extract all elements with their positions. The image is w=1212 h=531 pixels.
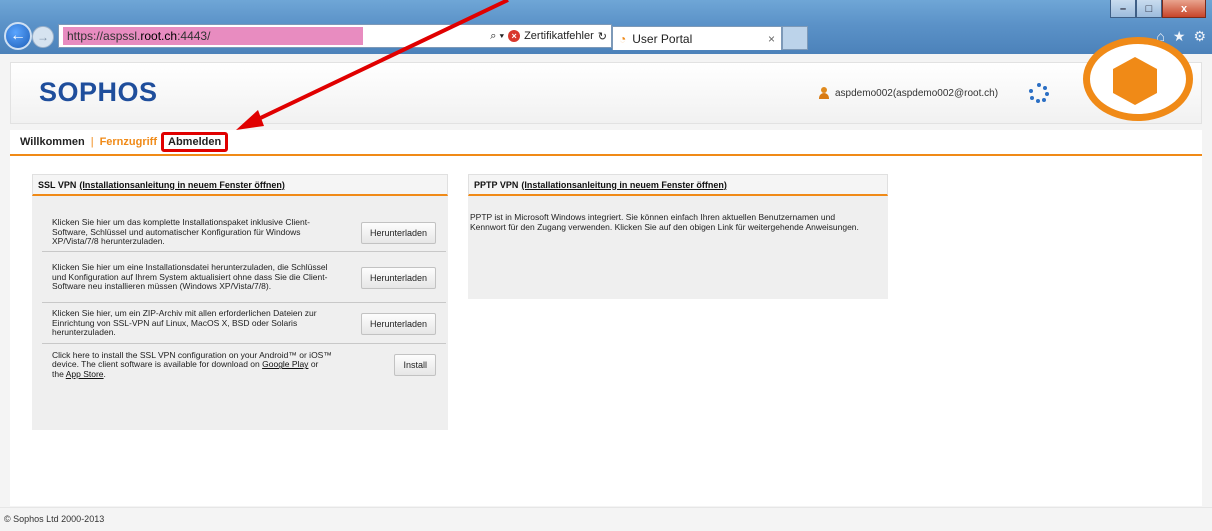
main-navigation: Willkommen | Fernzugriff Abmelden xyxy=(10,130,1202,156)
browser-tab[interactable]: ◔ User Portal × xyxy=(612,26,782,50)
footer: © Sophos Ltd 2000-2013 xyxy=(0,507,1212,531)
user-name: aspdemo002(aspdemo002@root.ch) xyxy=(835,87,999,99)
sophos-logo: SOPHOS xyxy=(39,77,158,107)
content-area: SSL VPN (Installationsanleitung in neuem… xyxy=(10,156,1202,506)
nav-separator: | xyxy=(90,136,94,148)
ssl-row-text: Klicken Sie hier um eine Installationsda… xyxy=(52,262,328,292)
ssl-row-text: Klicken Sie hier, um ein ZIP-Archiv mit … xyxy=(52,308,317,338)
forward-arrow-icon: → xyxy=(37,30,49,44)
download-full-package-button[interactable]: Herunterladen xyxy=(360,221,436,244)
close-window-button[interactable]: x xyxy=(1162,0,1206,18)
download-config-update-button[interactable]: Herunterladen xyxy=(360,266,436,289)
ssl-vpn-title: SSL VPN xyxy=(38,179,77,190)
pptp-vpn-title: PPTP VPN xyxy=(474,179,519,190)
search-icon[interactable]: ⌕ ▾ xyxy=(490,30,504,43)
google-play-link[interactable]: Google Play xyxy=(262,359,308,370)
pptp-vpn-install-guide-link[interactable]: (Installationsanleitung in neuem Fenster… xyxy=(521,180,727,190)
ssl-row-full-package: Klicken Sie hier um das komplette Instal… xyxy=(42,214,446,252)
ssl-row-mobile: Click here to install the SSL VPN config… xyxy=(42,345,446,385)
nav-willkommen[interactable]: Willkommen xyxy=(20,136,85,148)
install-mobile-button[interactable]: Install xyxy=(394,354,436,376)
nav-fernzugriff[interactable]: Fernzugriff xyxy=(100,136,157,148)
certificate-error-icon[interactable]: × xyxy=(508,30,521,42)
browser-titlebar: – □ x ← → https://aspssl.root.ch:4443/ ⌕… xyxy=(0,0,1212,54)
download-zip-archive-button[interactable]: Herunterladen xyxy=(360,312,436,335)
page: SOPHOS aspdemo002(aspdemo002@root.ch) Wi… xyxy=(0,37,1212,531)
maximize-button[interactable]: □ xyxy=(1136,0,1162,18)
new-tab-button[interactable] xyxy=(782,26,808,50)
pptp-description: PPTP ist in Microsoft Windows integriert… xyxy=(470,212,859,232)
back-button[interactable]: ← xyxy=(4,22,32,50)
ssl-vpn-panel-header: SSL VPN (Installationsanleitung in neuem… xyxy=(32,174,448,196)
pptp-vpn-panel-header: PPTP VPN (Installationsanleitung in neue… xyxy=(468,174,888,196)
refresh-icon[interactable]: ↻ xyxy=(598,30,607,43)
portal-header: SOPHOS aspdemo002(aspdemo002@root.ch) xyxy=(10,37,1202,124)
certificate-error-label[interactable]: Zertifikatfehler xyxy=(524,30,594,42)
nav-abmelden[interactable]: Abmelden xyxy=(168,136,221,148)
ssl-row-config-update: Klicken Sie hier um eine Installationsda… xyxy=(42,253,446,303)
ssl-vpn-install-guide-link[interactable]: (Installationsanleitung in neuem Fenster… xyxy=(79,180,285,190)
tab-close-icon[interactable]: × xyxy=(768,32,775,46)
window-controls: – □ x xyxy=(1110,0,1206,18)
favorites-star-icon[interactable]: ★ xyxy=(1173,28,1186,45)
tab-title: User Portal xyxy=(632,31,693,46)
user-icon xyxy=(819,87,829,99)
app-store-link[interactable]: App Store xyxy=(66,369,104,379)
forward-button[interactable]: → xyxy=(32,26,54,48)
back-arrow-icon: ← xyxy=(10,27,26,44)
user-info: aspdemo002(aspdemo002@root.ch) xyxy=(819,87,998,99)
copyright-text: © Sophos Ltd 2000-2013 xyxy=(4,514,105,524)
ssl-row-text: Click here to install the SSL VPN config… xyxy=(52,349,332,379)
gear-icon[interactable]: ⚙ xyxy=(1193,28,1206,45)
loading-spinner-icon xyxy=(1029,83,1049,103)
ssl-row-text: Klicken Sie hier um das komplette Instal… xyxy=(52,217,310,247)
address-bar[interactable]: https://aspssl.root.ch:4443/ ⌕ ▾ × Zerti… xyxy=(58,24,612,48)
site-favicon-icon: ◔ xyxy=(619,31,627,46)
ssl-row-zip-archive: Klicken Sie hier, um ein ZIP-Archiv mit … xyxy=(42,304,446,344)
ssl-vpn-panel-body: Klicken Sie hier um das komplette Instal… xyxy=(32,196,448,430)
minimize-button[interactable]: – xyxy=(1110,0,1136,18)
nav-abmelden-highlight: Abmelden xyxy=(161,132,229,152)
url-text[interactable]: https://aspssl.root.ch:4443/ xyxy=(63,27,363,45)
